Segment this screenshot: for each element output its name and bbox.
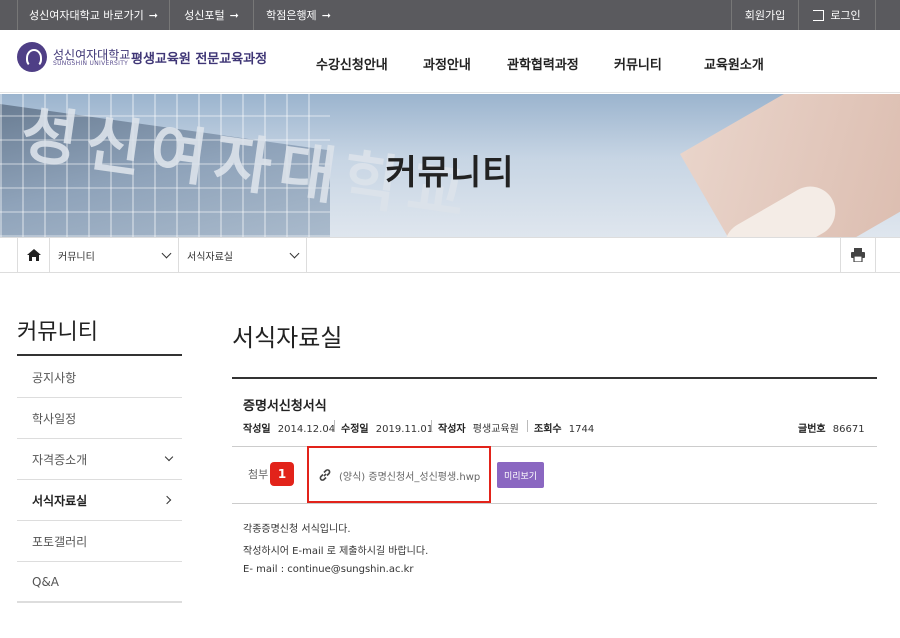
sidebar-item-certificates[interactable]: 자격증소개 bbox=[17, 439, 182, 480]
sidebar-item-photo-gallery[interactable]: 포토갤러리 bbox=[17, 521, 182, 562]
join-link[interactable]: 회원가입 bbox=[731, 0, 798, 30]
home-button[interactable] bbox=[17, 238, 50, 272]
location-level1-select[interactable]: 커뮤니티 bbox=[50, 238, 179, 272]
credit-bank-label: 학점은행제 bbox=[266, 9, 317, 22]
preview-button[interactable]: 미리보기 bbox=[497, 462, 544, 488]
meta-created-value: 2014.12.04 bbox=[277, 424, 336, 435]
sidebar-item-notice[interactable]: 공지사항 bbox=[17, 357, 182, 398]
meta-author-label: 작성자 bbox=[438, 424, 466, 435]
join-label: 회원가입 bbox=[744, 9, 786, 22]
credit-bank-link[interactable]: 학점은행제 ➞ bbox=[253, 0, 343, 30]
nav-course-guide[interactable]: 과정안내 bbox=[423, 54, 471, 73]
meta-post-no-value: 86671 bbox=[832, 424, 865, 435]
meta-views-label: 조회수 bbox=[534, 424, 562, 435]
chevron-down-icon bbox=[289, 248, 300, 259]
location-level1-label: 커뮤니티 bbox=[58, 251, 95, 263]
meta-modified-value: 2019.11.01 bbox=[375, 424, 434, 435]
attachment-file-link[interactable]: (양식) 증명신청서_성신평생.hwp bbox=[339, 468, 480, 483]
printer-icon bbox=[851, 248, 865, 262]
post-body-line: 작성하시어 E-mail 로 제출하시길 바랍니다. bbox=[243, 546, 429, 557]
meta-created-label: 작성일 bbox=[243, 424, 271, 435]
sidebar-item-qna[interactable]: Q&A bbox=[17, 562, 182, 603]
sidebar-title: 커뮤니티 bbox=[17, 320, 98, 345]
post-title: 증명서신청서식 bbox=[243, 399, 327, 414]
location-bar: 커뮤니티 서식자료실 bbox=[0, 237, 900, 273]
post-body-divider bbox=[232, 503, 877, 504]
sidebar-item-label: 자격증소개 bbox=[32, 452, 88, 467]
sidebar-item-label: 서식자료실 bbox=[32, 493, 88, 508]
portal-label: 성신포털 bbox=[184, 9, 225, 22]
site-header: 성신여자대학교 SUNGSHIN UNIVERSITY 평생교육원 전문교육과정… bbox=[0, 30, 900, 93]
sidebar-item-label: 포토갤러리 bbox=[32, 534, 88, 549]
meta-modified: 수정일 2019.11.01 bbox=[341, 420, 433, 435]
nav-partnership[interactable]: 관학협력과정 bbox=[507, 54, 579, 73]
sidebar-item-label: 공지사항 bbox=[32, 370, 77, 385]
logo-program-name[interactable]: 평생교육원 전문교육과정 bbox=[131, 48, 267, 67]
nav-enroll-guide[interactable]: 수강신청안내 bbox=[316, 54, 388, 73]
arrow-right-icon: ➞ bbox=[148, 8, 159, 22]
location-level2-select[interactable]: 서식자료실 bbox=[179, 238, 307, 272]
print-button[interactable] bbox=[840, 238, 876, 272]
meta-post-no: 글번호 86671 bbox=[798, 420, 865, 435]
meta-author-value: 평생교육원 bbox=[472, 424, 519, 435]
chevron-right-icon bbox=[162, 495, 172, 505]
arrow-right-icon: ➞ bbox=[229, 8, 239, 22]
nav-community[interactable]: 커뮤니티 bbox=[614, 54, 662, 73]
board-top-border bbox=[232, 377, 877, 379]
login-icon bbox=[813, 9, 825, 21]
attachment-label: 첨부 bbox=[248, 468, 269, 481]
sidebar-title-divider bbox=[17, 354, 182, 356]
meta-separator bbox=[431, 420, 432, 432]
university-emblem-icon[interactable] bbox=[17, 42, 47, 72]
page-title: 서식자료실 bbox=[232, 324, 343, 352]
meta-created: 작성일 2014.12.04 bbox=[243, 420, 335, 435]
univ-shortcut-link[interactable]: 성신여자대학교 바로가기 ➞ bbox=[17, 0, 169, 30]
chevron-down-icon bbox=[164, 452, 174, 462]
sidebar-item-forms[interactable]: 서식자료실 bbox=[17, 480, 182, 521]
post-body-line: 각종증명신청 서식입니다. bbox=[243, 524, 351, 535]
banner-title: 커뮤니티 bbox=[385, 153, 515, 193]
meta-views: 조회수 1744 bbox=[534, 420, 594, 435]
meta-separator bbox=[334, 420, 335, 432]
link-icon bbox=[319, 469, 331, 481]
login-label: 로그인 bbox=[830, 9, 861, 22]
sidebar-item-label: 학사일정 bbox=[32, 411, 77, 426]
portal-link[interactable]: 성신포털 ➞ bbox=[169, 0, 253, 30]
post-body-email: E- mail : continue@sungshin.ac.kr bbox=[243, 564, 414, 575]
sidebar-item-schedule[interactable]: 학사일정 bbox=[17, 398, 182, 439]
meta-views-value: 1744 bbox=[568, 424, 595, 435]
logo-univ-sub: SUNGSHIN UNIVERSITY bbox=[53, 60, 129, 67]
meta-post-no-label: 글번호 bbox=[798, 424, 826, 435]
meta-separator bbox=[527, 420, 528, 432]
arrow-right-icon: ➞ bbox=[321, 8, 331, 22]
location-level2-label: 서식자료실 bbox=[187, 251, 233, 263]
home-icon bbox=[26, 249, 41, 261]
nav-about[interactable]: 교육원소개 bbox=[704, 54, 764, 73]
meta-modified-label: 수정일 bbox=[341, 424, 369, 435]
chevron-down-icon bbox=[161, 248, 172, 259]
sidebar-item-label: Q&A bbox=[32, 574, 60, 589]
univ-shortcut-label: 성신여자대학교 바로가기 bbox=[28, 9, 144, 22]
login-link[interactable]: 로그인 bbox=[798, 0, 876, 30]
annotation-badge: 1 bbox=[270, 462, 294, 486]
top-utility-bar: 성신여자대학교 바로가기 ➞ 성신포털 ➞ 학점은행제 ➞ 회원가입 로그인 bbox=[0, 0, 900, 30]
meta-author: 작성자 평생교육원 bbox=[438, 420, 519, 435]
